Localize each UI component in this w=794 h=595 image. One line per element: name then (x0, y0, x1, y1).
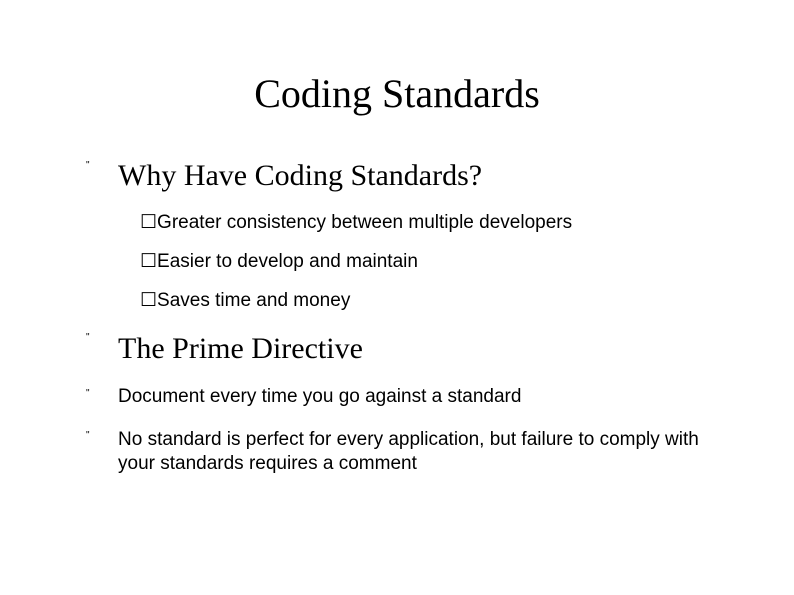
list-item: " No standard is perfect for every applic… (80, 428, 714, 477)
checkbox-icon: ☐ (140, 289, 157, 312)
bullet-icon: " (86, 161, 90, 171)
sub-item: ☐ Saves time and money (140, 289, 714, 312)
list-item: " Why Have Coding Standards? ☐ Greater con… (80, 157, 714, 312)
sub-item: ☐ Easier to develop and maintain (140, 250, 714, 273)
inner-list: ☐ Greater consistency between multiple d… (140, 211, 714, 312)
item-text: Why Have Coding Standards? (118, 157, 714, 195)
item-text: Document every time you go against a sta… (118, 385, 714, 410)
outer-list: " Why Have Coding Standards? ☐ Greater con… (80, 157, 714, 477)
item-text: The Prime Directive (118, 330, 714, 368)
list-item: " The Prime Directive (80, 330, 714, 368)
bullet-icon: " (86, 431, 90, 441)
slide-title: Coding Standards (80, 70, 714, 117)
checkbox-icon: ☐ (140, 211, 157, 234)
bullet-icon: " (86, 389, 90, 399)
slide: Coding Standards " Why Have Coding Standa… (0, 0, 794, 595)
bullet-icon: " (86, 333, 90, 343)
item-text: No standard is perfect for every applica… (118, 428, 714, 477)
list-item: " Document every time you go against a st… (80, 385, 714, 410)
checkbox-icon: ☐ (140, 250, 157, 273)
sub-item-text: Easier to develop and maintain (157, 251, 418, 272)
sub-item-text: Greater consistency between multiple dev… (157, 212, 572, 233)
sub-item: ☐ Greater consistency between multiple d… (140, 211, 714, 234)
sub-item-text: Saves time and money (157, 290, 350, 311)
